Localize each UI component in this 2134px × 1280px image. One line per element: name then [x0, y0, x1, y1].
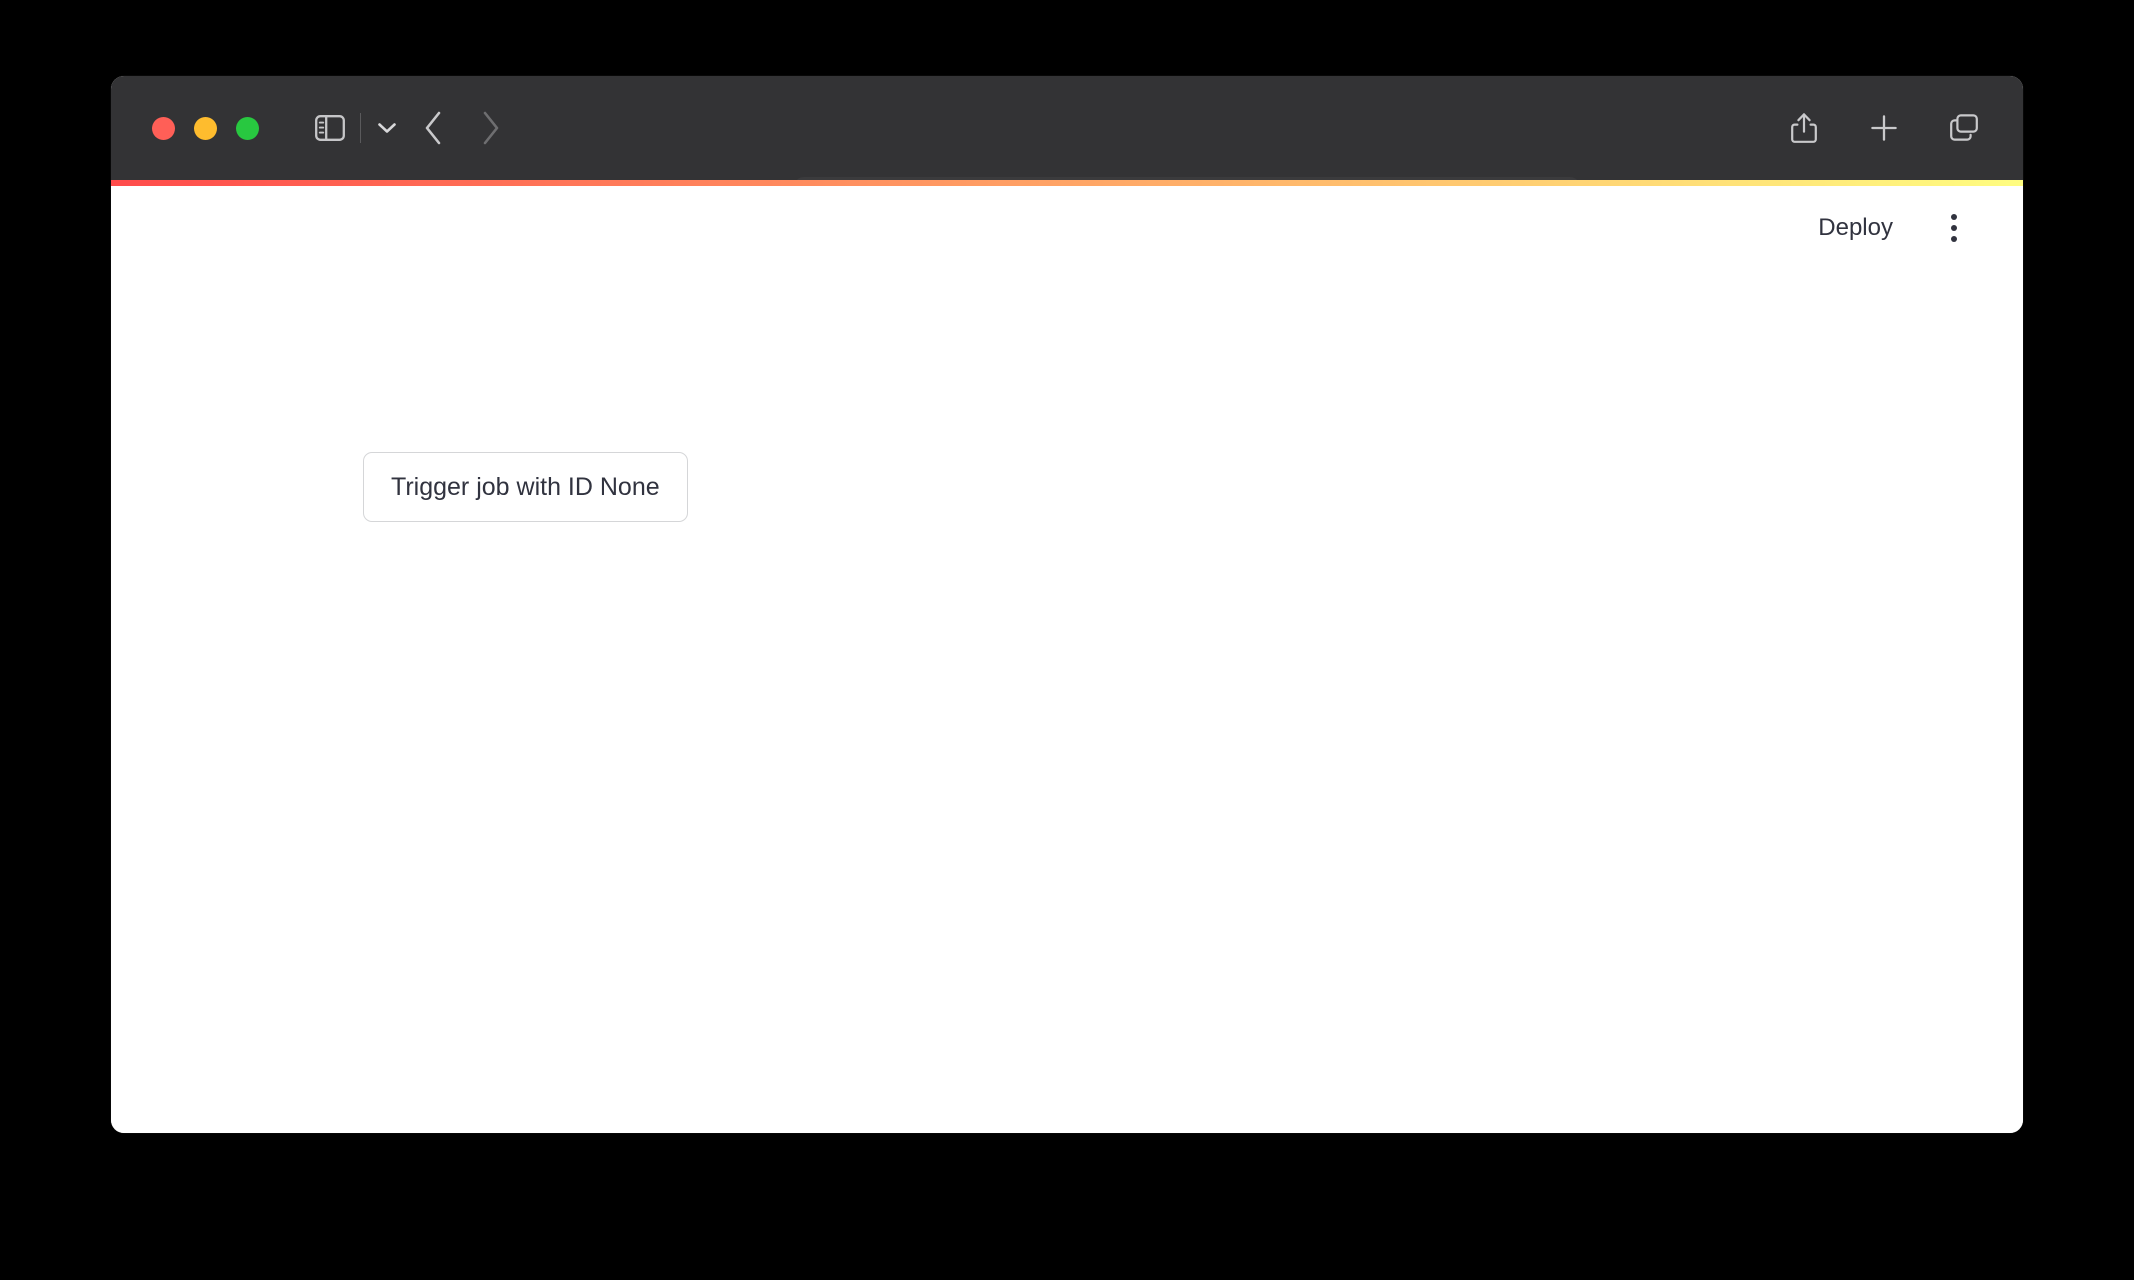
share-button[interactable] [1779, 103, 1829, 153]
chevron-down-icon [378, 123, 396, 133]
toolbar-navigation-group [307, 105, 518, 151]
kebab-menu-icon [1951, 236, 1957, 242]
browser-toolbar: localhost A 文 [111, 76, 2023, 231]
forward-arrow-icon [483, 111, 499, 145]
back-button[interactable] [406, 105, 462, 151]
share-icon [1791, 113, 1817, 143]
sidebar-toggle-icon [315, 115, 345, 141]
minimize-window-button[interactable] [194, 116, 217, 140]
browser-window: localhost A 文 [111, 76, 2023, 1133]
new-tab-icon [1871, 115, 1897, 141]
kebab-menu-icon [1951, 214, 1957, 220]
back-arrow-icon [425, 111, 441, 145]
streamlit-app-header: Deploy [1808, 180, 2023, 276]
toolbar-divider [360, 113, 361, 143]
streamlit-decoration-bar [111, 180, 2023, 186]
trigger-job-button[interactable]: Trigger job with ID None [363, 452, 688, 522]
sidebar-toggle-button[interactable] [307, 105, 353, 151]
window-traffic-lights [152, 116, 259, 140]
new-tab-button[interactable] [1859, 103, 1909, 153]
zoom-window-button[interactable] [236, 116, 259, 140]
tab-overview-button[interactable] [1939, 103, 1989, 153]
deploy-button[interactable]: Deploy [1808, 206, 1903, 250]
kebab-menu-icon [1951, 225, 1957, 231]
close-window-button[interactable] [152, 116, 175, 140]
sidebar-options-button[interactable] [368, 105, 406, 151]
main-content-block: Trigger job with ID None [363, 452, 688, 522]
tab-overview-icon [1950, 114, 1978, 141]
forward-button[interactable] [462, 105, 518, 151]
toolbar-actions-group [1779, 76, 1989, 180]
page-viewport: Deploy Trigger job with ID None [111, 180, 2023, 1133]
main-menu-button[interactable] [1933, 207, 1975, 249]
